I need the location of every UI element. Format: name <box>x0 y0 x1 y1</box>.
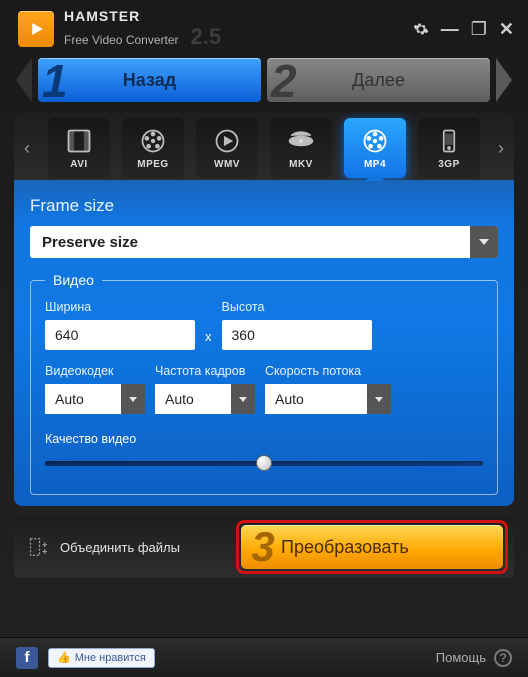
merge-icon <box>26 533 50 561</box>
play-circle-icon <box>212 127 242 155</box>
thumb-up-icon: 👍 <box>57 651 71 664</box>
minimize-button[interactable]: — <box>441 20 459 38</box>
frame-size-value[interactable] <box>30 226 470 258</box>
format-label: WMV <box>214 159 240 170</box>
slider-thumb[interactable] <box>256 455 272 471</box>
header: HAMSTER Free Video Converter 2.5 — ❐ ✕ <box>0 0 528 52</box>
format-wmv[interactable]: WMV <box>196 118 258 178</box>
bitrate-select[interactable] <box>265 384 391 414</box>
footer: f 👍 Мне нравится Помощь ? <box>0 637 528 677</box>
codec-label: Видеокодек <box>45 364 145 378</box>
step-number-3: 3 <box>243 523 283 571</box>
nav-arrow-right-icon <box>496 58 512 102</box>
codec-value[interactable] <box>45 384 121 414</box>
film-icon <box>64 127 94 155</box>
wizard-nav: 1 Назад 2 Далее <box>0 52 528 112</box>
format-label: MP4 <box>364 159 386 170</box>
fps-value[interactable] <box>155 384 231 414</box>
convert-button[interactable]: 3 Преобразовать <box>241 525 503 569</box>
merge-files-label: Объединить файлы <box>60 540 180 555</box>
chevron-down-icon[interactable] <box>231 384 255 414</box>
video-group: Видео Ширина x Высота Видеокодек <box>30 272 498 495</box>
maximize-button[interactable]: ❐ <box>471 20 487 38</box>
frame-size-title: Frame size <box>30 196 498 216</box>
step-number-2: 2 <box>271 54 297 108</box>
nav-back-button[interactable]: 1 Назад <box>38 58 261 102</box>
nav-next-button[interactable]: 2 Далее <box>267 58 490 102</box>
orbit-icon <box>286 127 316 155</box>
width-label: Ширина <box>45 300 195 314</box>
quality-label: Качество видео <box>45 432 136 446</box>
bitrate-label: Скорость потока <box>265 364 391 378</box>
subtitle-row: Free Video Converter 2.5 <box>64 24 221 50</box>
facebook-icon[interactable]: f <box>16 647 38 669</box>
format-label: 3GP <box>438 159 460 170</box>
like-button[interactable]: 👍 Мне нравится <box>48 648 155 668</box>
title-block: HAMSTER Free Video Converter 2.5 <box>64 8 221 50</box>
quality-slider[interactable] <box>45 456 483 470</box>
reel-icon <box>138 127 168 155</box>
chevron-down-icon[interactable] <box>470 226 498 258</box>
app-subtitle: Free Video Converter <box>64 33 179 47</box>
bitrate-value[interactable] <box>265 384 367 414</box>
format-track: AVI MPEG WMV MKV MP4 3GP <box>36 118 492 178</box>
action-bar: Объединить файлы 3 Преобразовать <box>14 516 514 578</box>
step-number-1: 1 <box>42 54 68 108</box>
format-bar: ‹ AVI MPEG WMV MKV MP4 <box>14 112 514 180</box>
format-mkv[interactable]: MKV <box>270 118 332 178</box>
chevron-down-icon[interactable] <box>121 384 145 414</box>
merge-files-button[interactable]: Объединить файлы <box>26 533 180 561</box>
width-input[interactable] <box>45 320 195 350</box>
nav-next-label: Далее <box>352 70 405 91</box>
fps-label: Частота кадров <box>155 364 255 378</box>
settings-button[interactable] <box>413 21 429 37</box>
app-logo <box>18 11 54 47</box>
video-legend: Видео <box>45 272 102 288</box>
options-panel: Frame size Видео Ширина x Высота Ви <box>14 180 514 506</box>
height-input[interactable] <box>222 320 372 350</box>
format-scroll-right[interactable]: › <box>492 138 510 159</box>
height-label: Высота <box>222 300 372 314</box>
format-label: AVI <box>70 159 87 170</box>
dimension-times: x <box>205 329 212 350</box>
help-icon: ? <box>494 649 512 667</box>
frame-size-select[interactable] <box>30 226 498 258</box>
convert-label: Преобразовать <box>281 537 409 558</box>
like-label: Мне нравится <box>75 652 146 664</box>
format-label: MPEG <box>137 159 168 170</box>
app-version: 2.5 <box>191 24 222 50</box>
format-3gp[interactable]: 3GP <box>418 118 480 178</box>
panel-pointer-icon <box>365 171 385 181</box>
app-window: HAMSTER Free Video Converter 2.5 — ❐ ✕ 1… <box>0 0 528 677</box>
help-button[interactable]: Помощь ? <box>436 649 512 667</box>
format-scroll-left[interactable]: ‹ <box>18 138 36 159</box>
format-mp4[interactable]: MP4 <box>344 118 406 178</box>
codec-select[interactable] <box>45 384 145 414</box>
format-label: MKV <box>289 159 313 170</box>
convert-highlight: 3 Преобразовать <box>236 520 508 574</box>
reel-icon <box>360 127 390 155</box>
app-name: HAMSTER <box>64 8 221 24</box>
close-button[interactable]: ✕ <box>499 20 514 38</box>
chevron-down-icon[interactable] <box>367 384 391 414</box>
phone-icon <box>434 127 464 155</box>
gear-icon <box>413 21 429 37</box>
help-label: Помощь <box>436 650 486 665</box>
format-avi[interactable]: AVI <box>48 118 110 178</box>
play-icon <box>27 20 45 38</box>
format-mpeg[interactable]: MPEG <box>122 118 184 178</box>
nav-arrow-left-icon <box>16 58 32 102</box>
fps-select[interactable] <box>155 384 255 414</box>
window-controls: — ❐ ✕ <box>413 20 514 38</box>
nav-back-label: Назад <box>123 70 176 91</box>
